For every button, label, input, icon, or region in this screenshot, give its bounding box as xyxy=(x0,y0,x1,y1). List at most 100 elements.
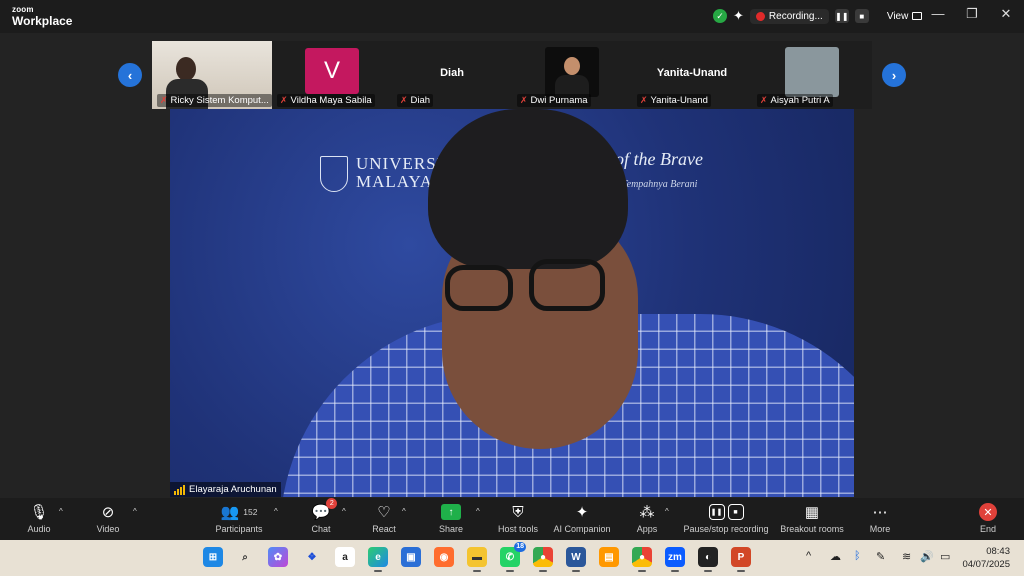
university-crest-icon xyxy=(320,156,348,192)
participant-name: ✗ Aisyah Putri A xyxy=(757,94,833,107)
mic-muted-icon: ✗ xyxy=(640,95,648,105)
system-clock[interactable]: 08:43 04/07/2025 xyxy=(962,545,1010,571)
meeting-toolbar: 🎙 Audio ^ ⊘ Video ^ 👥 152 Participants ^ … xyxy=(0,498,1024,540)
edge-icon[interactable]: e xyxy=(368,547,388,572)
heart-react-icon: ♡ xyxy=(377,504,391,521)
security-shield-icon[interactable]: ✓ xyxy=(713,9,727,23)
ai-companion-icon: ✦ xyxy=(575,504,589,521)
app-icon[interactable]: ▤ xyxy=(599,547,619,567)
active-speaker-video[interactable]: UNIVERSITI MALAYA of the Brave Tempahnya… xyxy=(170,109,854,497)
participant-photo xyxy=(545,47,599,97)
zoom-workplace-logo: zoom Workplace xyxy=(12,5,72,28)
tray-overflow-chevron-icon[interactable]: ^ xyxy=(806,550,811,562)
participants-options-chevron-icon[interactable]: ^ xyxy=(274,507,278,516)
recording-label: Recording... xyxy=(768,10,823,22)
mic-muted-icon: ✗ xyxy=(400,95,408,105)
participant-name: ✗ Vildha Maya Sabila xyxy=(277,94,375,107)
title-bar: zoom Workplace ✓ ✦ Recording... ❚❚ ■ Vie… xyxy=(0,0,1024,33)
previous-page-arrow-icon[interactable]: ‹ xyxy=(118,63,142,87)
dropbox-icon[interactable]: ❖ xyxy=(302,547,322,567)
brand-top: zoom xyxy=(12,5,34,14)
end-icon: ✕ xyxy=(979,503,997,521)
participant-tile[interactable]: Yanita-Unand ✗ Yanita-Unand xyxy=(632,41,752,109)
participant-name: ✗ Dwi Purnama xyxy=(517,94,591,107)
mic-muted-icon: ✗ xyxy=(160,95,168,105)
participant-tile[interactable]: Diah ✗ Diah xyxy=(392,41,512,109)
participants-icon: 👥 xyxy=(220,504,240,521)
participant-avatar: V xyxy=(305,48,359,94)
ai-sparkle-icon[interactable]: ✦ xyxy=(733,8,744,24)
more-button[interactable]: ⋯ More xyxy=(840,502,920,534)
breakout-rooms-icon: ▦ xyxy=(804,504,820,521)
view-label: View xyxy=(886,10,909,22)
store-icon[interactable]: ▣ xyxy=(401,547,421,567)
recorder-app-icon[interactable]: ◐ xyxy=(698,547,718,572)
speaker-hair xyxy=(428,109,628,269)
close-icon[interactable]: ✕ xyxy=(996,6,1016,22)
powerpoint-icon[interactable]: P xyxy=(731,547,751,572)
connection-signal-icon xyxy=(174,484,185,495)
pause-stop-recording-button[interactable]: ❚❚ ■ Pause/stop recording xyxy=(683,502,769,534)
participant-name: ✗ Yanita-Unand xyxy=(637,94,711,107)
recording-dot-icon xyxy=(755,11,765,21)
meeting-status-controls: ✓ ✦ Recording... ❚❚ ■ View xyxy=(713,6,923,26)
minimize-icon[interactable]: — xyxy=(928,6,948,21)
audio-options-chevron-icon[interactable]: ^ xyxy=(59,507,63,516)
volume-icon[interactable]: 🔊 xyxy=(920,550,934,563)
video-options-chevron-icon[interactable]: ^ xyxy=(133,507,137,516)
participant-strip: ✗ Ricky Sistem Komput... V ✗ Vildha Maya S… xyxy=(152,41,872,109)
participant-tile[interactable]: ✗ Aisyah Putri A xyxy=(752,41,872,109)
chrome-profile-icon[interactable]: ● xyxy=(533,547,553,572)
bluetooth-icon[interactable]: ᛒ xyxy=(854,550,861,562)
host-shield-icon: ⛨ xyxy=(512,503,524,521)
windows-start-icon[interactable]: ⊞ xyxy=(203,547,223,567)
participant-tile[interactable]: V ✗ Vildha Maya Sabila xyxy=(272,41,392,109)
mic-muted-icon: ✗ xyxy=(760,95,768,105)
recording-indicator: Recording... xyxy=(749,8,829,24)
pen-icon[interactable]: ✎ xyxy=(876,550,885,563)
amazon-icon[interactable]: a xyxy=(335,547,355,567)
participant-title: Diah xyxy=(440,67,464,79)
battery-icon[interactable]: ▭ xyxy=(940,550,950,563)
share-screen-icon: ↑ xyxy=(441,504,461,520)
clock-date: 04/07/2025 xyxy=(962,559,1010,570)
pause-recording-icon[interactable]: ❚❚ xyxy=(834,9,849,23)
windows-taskbar: ⊞ ⌕ ✿ ❖ a e ▣ ◉ ▬ ✆ 18 ● W ▤ ● zm ◐ P ^ ☁… xyxy=(0,540,1024,576)
meeting-stage: ‹ ✗ Ricky Sistem Komput... V ✗ Vildha Maya… xyxy=(0,33,1024,498)
firefox-icon[interactable]: ◉ xyxy=(434,547,454,567)
cloud-sync-icon[interactable]: ☁ xyxy=(830,550,841,563)
participants-count: 152 xyxy=(243,507,258,517)
participant-tile[interactable]: ✗ Dwi Purnama xyxy=(512,41,632,109)
zoom-app-icon[interactable]: zm xyxy=(665,547,685,572)
participants-button[interactable]: 👥 152 Participants xyxy=(199,502,279,534)
apps-button[interactable]: ⁂ Apps xyxy=(607,502,687,534)
participant-name: ✗ Diah xyxy=(397,94,434,107)
speaker-glasses xyxy=(445,259,605,317)
chrome-icon[interactable]: ● xyxy=(632,547,652,572)
restore-icon[interactable]: ❐ xyxy=(962,6,982,22)
participant-photo xyxy=(785,47,839,97)
mic-muted-icon: ✗ xyxy=(280,95,288,105)
mic-muted-icon: 🎙 xyxy=(29,504,49,521)
whatsapp-icon[interactable]: ✆ 18 xyxy=(500,542,526,572)
backdrop-tagline: of the Brave xyxy=(615,149,703,169)
end-meeting-button[interactable]: ✕ End xyxy=(948,502,1024,534)
react-options-chevron-icon[interactable]: ^ xyxy=(402,507,406,516)
view-button[interactable]: View xyxy=(887,11,923,22)
word-icon[interactable]: W xyxy=(566,547,586,572)
apps-options-chevron-icon[interactable]: ^ xyxy=(665,507,669,516)
file-explorer-icon[interactable]: ▬ xyxy=(467,547,487,572)
search-icon[interactable]: ⌕ xyxy=(235,547,255,567)
speaker-name-label: Elayaraja Aruchunan xyxy=(170,482,281,497)
wifi-icon[interactable]: ≋ xyxy=(902,550,911,563)
mic-muted-icon: ✗ xyxy=(520,95,528,105)
backdrop-tagline2: Tempahnya Berani xyxy=(622,179,698,190)
participant-tile[interactable]: ✗ Ricky Sistem Komput... xyxy=(152,41,272,109)
stop-recording-icon[interactable]: ■ xyxy=(854,9,869,23)
participant-title: Yanita-Unand xyxy=(656,67,728,79)
participant-name: ✗ Ricky Sistem Komput... xyxy=(157,94,272,107)
gallery-grid-icon xyxy=(912,12,923,20)
copilot-icon[interactable]: ✿ xyxy=(268,547,288,567)
next-page-arrow-icon[interactable]: › xyxy=(882,63,906,87)
chat-icon: 💬 2 xyxy=(312,498,338,522)
